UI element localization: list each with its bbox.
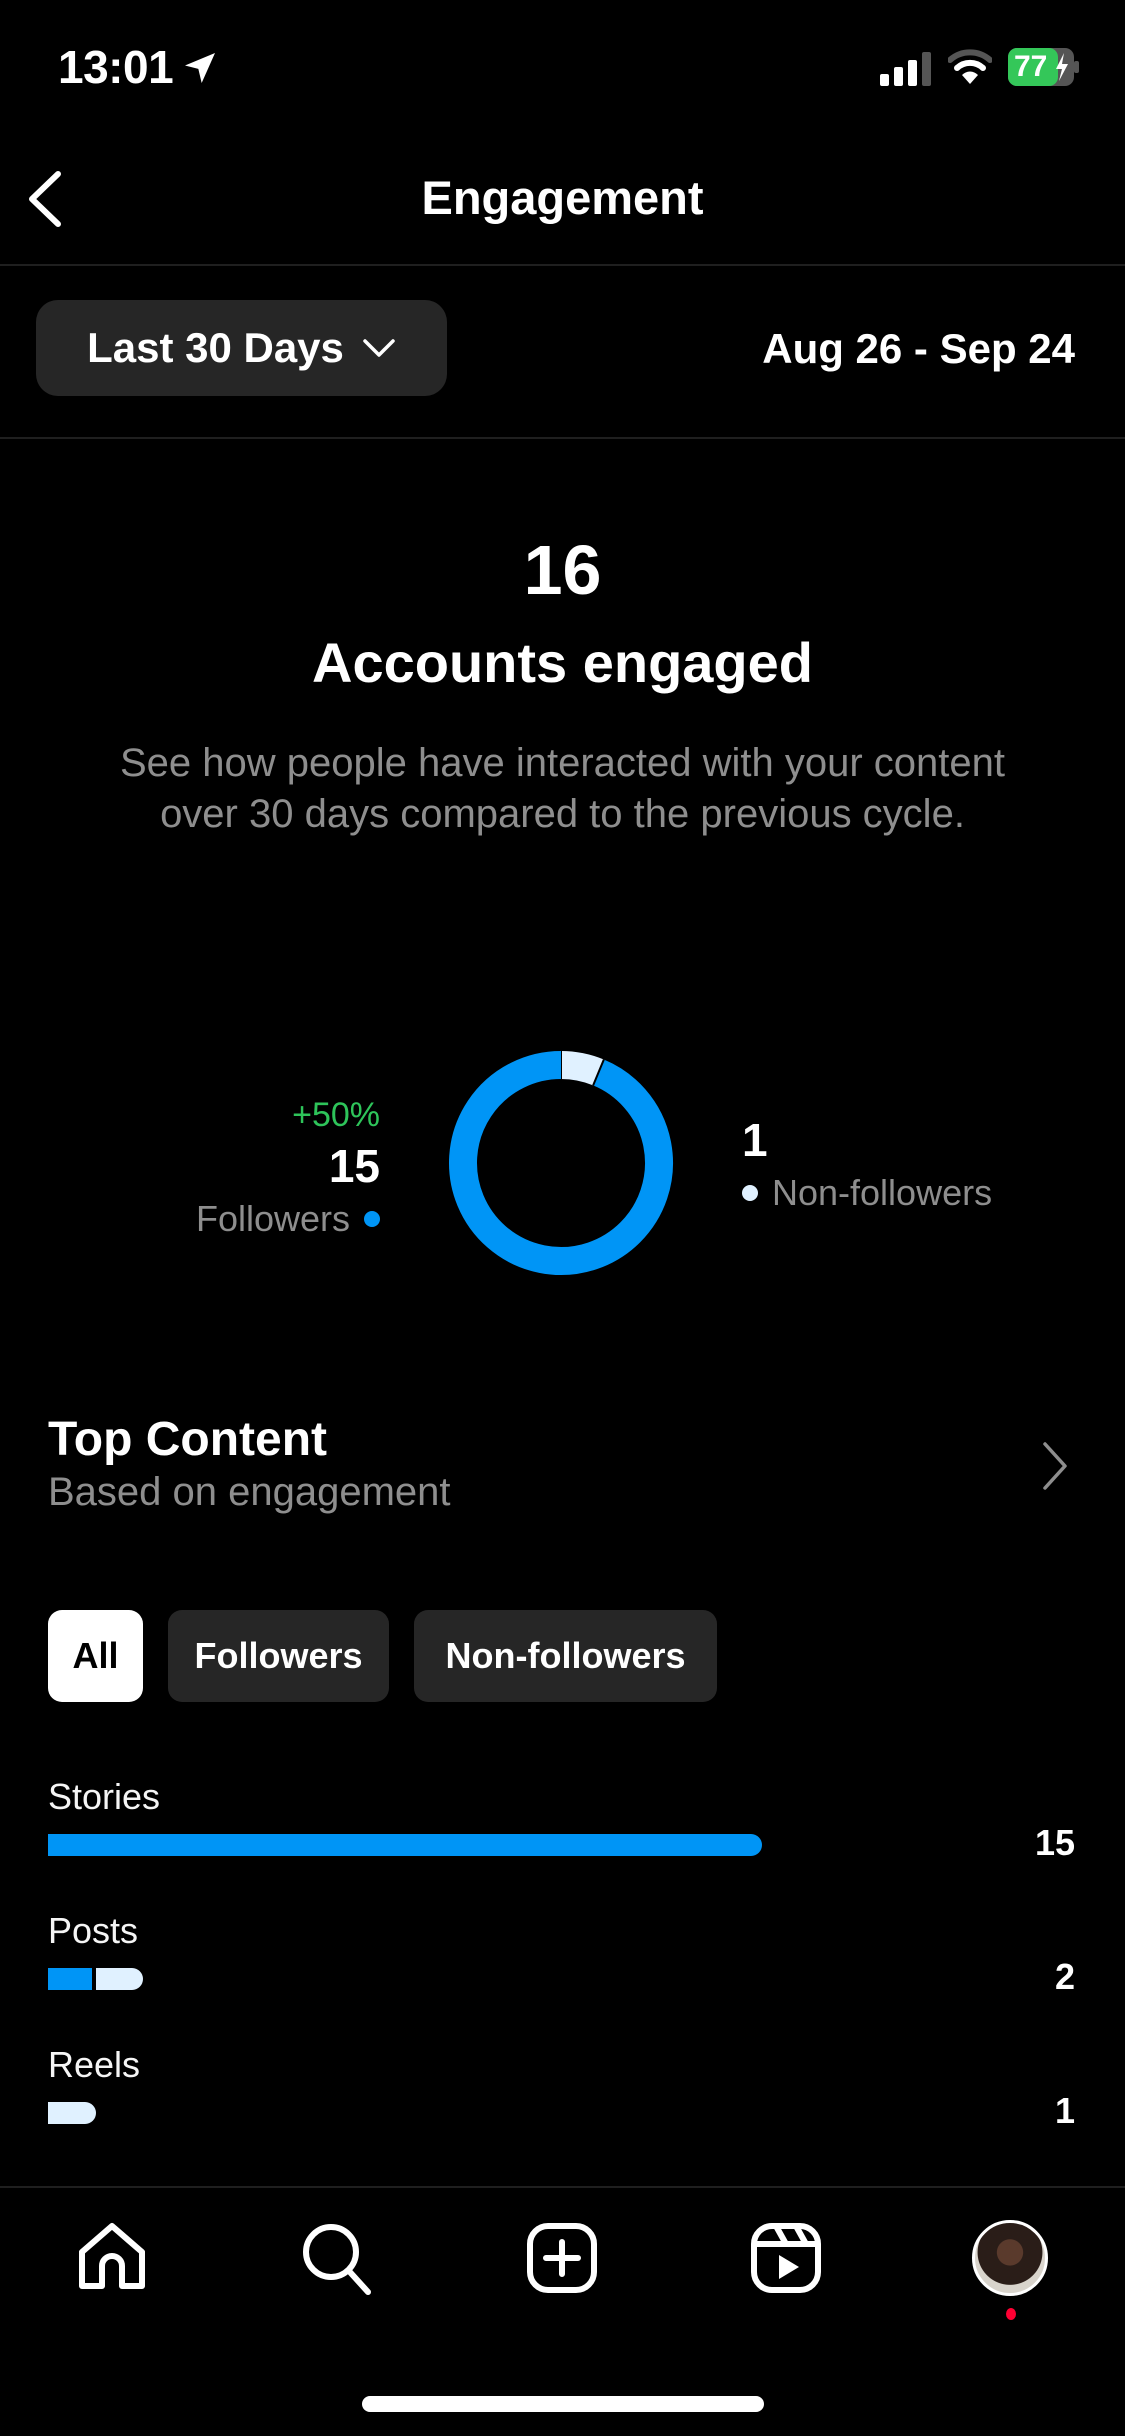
non-followers-count: 1 — [742, 1114, 768, 1166]
chip-non-followers[interactable]: Non-followers — [414, 1610, 717, 1702]
wifi-icon — [948, 49, 992, 84]
followers-stats: +50% 15 Followers — [196, 1092, 380, 1244]
chevron-down-icon — [363, 339, 395, 357]
category-label-reels: Reels — [48, 2044, 141, 2085]
create-icon[interactable] — [524, 2220, 600, 2296]
home-icon[interactable] — [74, 2220, 150, 2296]
bar-segment-posts-followers — [48, 1968, 92, 1990]
notification-dot — [1006, 2308, 1016, 2320]
status-time: 13:01 — [58, 41, 174, 93]
followers-legend-label: Followers — [195, 1198, 350, 1239]
non-followers-stats: 1 Non-followers — [742, 1112, 992, 1218]
bar-segment-stories-followers — [48, 1834, 762, 1856]
category-value-posts: 2 — [1054, 1956, 1075, 1997]
top-content-title[interactable]: Top Content — [48, 1412, 327, 1467]
donut-slice-followers — [449, 1051, 673, 1275]
donut-slice-non-followers — [560, 1051, 604, 1086]
page-title: Engagement — [421, 171, 704, 224]
battery-charging-icon: 77 — [1008, 48, 1080, 86]
profile-avatar[interactable] — [972, 2220, 1048, 2296]
battery-percent: 77 — [1014, 50, 1048, 83]
chip-all[interactable]: All — [48, 1610, 143, 1702]
search-icon[interactable] — [298, 2220, 374, 2296]
followers-legend-dot — [364, 1211, 380, 1227]
category-label-posts: Posts — [48, 1910, 139, 1951]
audience-donut-chart — [449, 1051, 673, 1275]
tab-bar-divider — [0, 2186, 1125, 2188]
engagement-description: See how people have interacted with your… — [119, 741, 1006, 836]
chevron-right-icon[interactable] — [1040, 1440, 1070, 1492]
reels-icon[interactable] — [748, 2220, 824, 2296]
filter-divider — [0, 437, 1125, 439]
accounts-engaged-heading: Accounts engaged — [312, 631, 813, 694]
location-arrow-icon — [185, 53, 215, 83]
non-followers-legend-dot — [742, 1185, 758, 1201]
bar-segment-posts-non-followers — [95, 1968, 144, 1990]
category-value-reels: 1 — [1054, 2090, 1075, 2131]
bar-segment-reels-non-followers — [48, 2102, 96, 2124]
non-followers-legend-label: Non-followers — [772, 1172, 993, 1213]
category-label-stories: Stories — [48, 1776, 161, 1817]
non-followers-legend: Non-followers — [742, 1168, 992, 1218]
date-range-dropdown[interactable]: Last 30 Days — [36, 300, 447, 396]
bar-reels — [48, 2102, 988, 2124]
home-indicator[interactable] — [362, 2396, 764, 2412]
bar-posts — [48, 1968, 988, 1990]
chip-followers[interactable]: Followers — [168, 1610, 389, 1702]
followers-legend: Followers — [196, 1194, 380, 1244]
followers-delta: +50% — [292, 1096, 380, 1134]
cellular-signal-icon — [880, 52, 931, 86]
top-content-subtitle: Based on engagement — [48, 1470, 451, 1514]
followers-count: 15 — [328, 1140, 380, 1192]
accounts-engaged-count: 16 — [523, 531, 602, 609]
bar-stories — [48, 1834, 988, 1856]
category-value-stories: 15 — [1034, 1822, 1075, 1863]
date-range-dropdown-label: Last 30 Days — [87, 324, 344, 371]
date-range-text: Aug 26 - Sep 24 — [762, 325, 1075, 372]
header-divider — [0, 264, 1125, 266]
